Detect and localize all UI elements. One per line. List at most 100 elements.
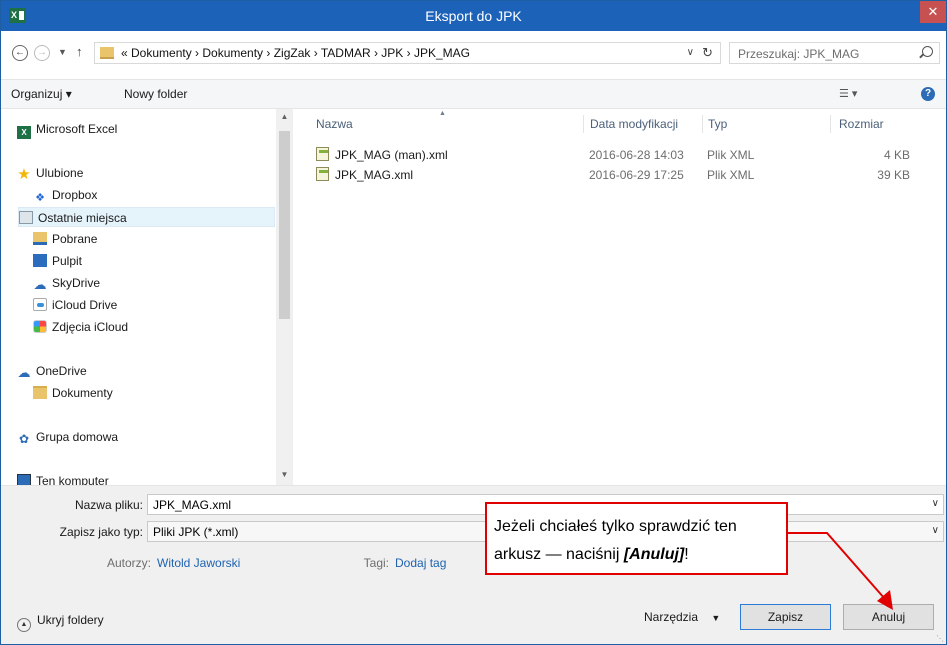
- column-divider[interactable]: [830, 115, 831, 133]
- forward-button[interactable]: →: [34, 45, 50, 61]
- onedrive-icon: ☁: [17, 365, 31, 380]
- navigation-pane: X Microsoft Excel ★ Ulubione ❖ Dropbox Osta…: [1, 109, 293, 485]
- tags-label: Tagi:: [363, 556, 389, 570]
- hide-folders-label: Ukryj foldery: [37, 613, 104, 627]
- refresh-icon[interactable]: ↻: [702, 45, 713, 61]
- view-options-icon[interactable]: ☰ ▾: [839, 87, 857, 100]
- sidebar-item-onedrive[interactable]: ☁ OneDrive: [17, 361, 275, 381]
- sort-ascending-icon: ▲: [439, 110, 446, 117]
- chevron-down-icon[interactable]: ∨: [932, 498, 939, 509]
- file-name: JPK_MAG.xml: [335, 168, 414, 182]
- sidebar-scrollbar[interactable]: ▲ ▼: [276, 109, 293, 485]
- folder-icon: [100, 47, 114, 59]
- sidebar-item-recent-places[interactable]: Ostatnie miejsca: [18, 207, 275, 227]
- close-button[interactable]: ✕: [920, 1, 946, 23]
- sidebar-item-homegroup[interactable]: ✿ Grupa domowa: [17, 427, 275, 447]
- sidebar-item-icloud-photos[interactable]: Zdjęcia iCloud: [33, 317, 275, 337]
- tools-label: Narzędzia: [644, 610, 699, 624]
- chevron-down-icon[interactable]: ∨: [932, 525, 939, 536]
- sidebar-item-dropbox[interactable]: ❖ Dropbox: [33, 185, 275, 205]
- file-type: Plik XML: [707, 168, 755, 182]
- file-date: 2016-06-28 14:03: [589, 148, 684, 162]
- sidebar-item-icloud-drive[interactable]: iCloud Drive: [33, 295, 275, 315]
- star-icon: ★: [17, 166, 31, 183]
- tools-dropdown[interactable]: Narzędzia ▼: [644, 610, 720, 624]
- homegroup-icon: ✿: [18, 432, 30, 446]
- sidebar-item-documents[interactable]: Dokumenty: [33, 383, 275, 403]
- save-options-panel: Nazwa pliku: JPK_MAG.xml ∨ Zapisz jako t…: [1, 485, 946, 644]
- window-title: Eksport do JPK: [425, 8, 522, 24]
- sidebar-item-desktop[interactable]: Pulpit: [33, 251, 275, 271]
- back-button[interactable]: ←: [12, 45, 28, 61]
- chevron-up-icon: ▲: [17, 618, 31, 632]
- authors-value[interactable]: Witold Jaworski: [157, 556, 240, 570]
- file-date: 2016-06-29 17:25: [589, 168, 684, 182]
- column-divider[interactable]: [702, 115, 703, 133]
- command-bar: Organizuj ▾ Nowy folder ☰ ▾ ?: [1, 79, 946, 109]
- column-header-type[interactable]: Typ: [708, 117, 727, 131]
- breadcrumb[interactable]: « Dokumenty › Dokumenty › ZigZak › TADMA…: [121, 46, 470, 60]
- column-header-size[interactable]: Rozmiar: [839, 117, 884, 131]
- annotation-callout: Jeżeli chciałeś tylko sprawdzić ten arku…: [485, 502, 788, 575]
- column-divider[interactable]: [583, 115, 584, 133]
- up-arrow-icon[interactable]: ↑: [76, 44, 83, 59]
- hide-folders-button[interactable]: ▲ Ukryj foldery: [17, 613, 104, 632]
- dropbox-icon: ❖: [35, 192, 45, 204]
- annotation-emphasis: [Anuluj]: [623, 546, 685, 563]
- filetype-label: Zapisz jako typ:: [59, 525, 143, 539]
- navigation-bar: ← → ▼ ↑ « Dokumenty › Dokumenty › ZigZak…: [1, 31, 946, 79]
- file-row[interactable]: JPK_MAG.xml 2016-06-29 17:25 Plik XML 39…: [312, 165, 927, 185]
- cancel-button[interactable]: Anuluj: [843, 604, 934, 630]
- organize-button[interactable]: Organizuj ▾: [11, 87, 72, 101]
- chevron-down-icon[interactable]: ∨: [687, 47, 694, 58]
- desktop-icon: [33, 254, 47, 267]
- annotation-text: arkusz — naciśnij: [494, 546, 624, 563]
- column-header-date[interactable]: Data modyfikacji: [590, 117, 678, 131]
- title-bar[interactable]: X Eksport do JPK ✕: [1, 1, 946, 31]
- resize-grip-icon[interactable]: ⋱: [936, 634, 944, 643]
- file-list: Nazwa ▲ Data modyfikacji Typ Rozmiar JPK…: [294, 109, 946, 485]
- save-button[interactable]: Zapisz: [740, 604, 831, 630]
- save-dialog: X Eksport do JPK ✕ ← → ▼ ↑ « Dokumenty ›…: [0, 0, 947, 645]
- scroll-up-icon[interactable]: ▲: [276, 112, 293, 121]
- search-icon[interactable]: [922, 46, 933, 57]
- skydrive-icon: ☁: [33, 277, 47, 292]
- sidebar-item-downloads[interactable]: Pobrane: [33, 229, 275, 249]
- filename-label: Nazwa pliku:: [74, 498, 143, 512]
- excel-icon: X: [17, 126, 31, 139]
- icloud-drive-icon: [33, 298, 47, 311]
- scroll-down-icon[interactable]: ▼: [276, 470, 293, 479]
- icloud-photos-icon: [33, 320, 47, 333]
- add-tag-link[interactable]: Dodaj tag: [395, 556, 446, 570]
- column-header-name[interactable]: Nazwa: [316, 117, 353, 131]
- recent-locations-chevron-icon[interactable]: ▼: [58, 47, 67, 57]
- xml-file-icon: [316, 147, 329, 161]
- file-row[interactable]: JPK_MAG (man).xml 2016-06-28 14:03 Plik …: [312, 145, 927, 165]
- sidebar-item-favorites[interactable]: ★ Ulubione: [17, 163, 275, 183]
- address-bar[interactable]: « Dokumenty › Dokumenty › ZigZak › TADMA…: [94, 42, 721, 64]
- scrollbar-thumb[interactable]: [279, 131, 290, 319]
- filename-value: JPK_MAG.xml: [153, 498, 232, 512]
- recent-places-icon: [19, 211, 33, 224]
- sidebar-item-microsoft-excel[interactable]: X Microsoft Excel: [17, 119, 275, 139]
- file-type: Plik XML: [707, 148, 755, 162]
- sidebar-item-this-pc[interactable]: Ten komputer: [17, 471, 275, 485]
- search-box[interactable]: Przeszukaj: JPK_MAG: [729, 42, 940, 64]
- annotation-line-1: Jeżeli chciałeś tylko sprawdzić ten: [494, 518, 737, 535]
- downloads-icon: [33, 232, 47, 245]
- filetype-value: Pliki JPK (*.xml): [153, 525, 239, 539]
- annotation-line-2: arkusz — naciśnij [Anuluj]!: [494, 541, 779, 569]
- file-name: JPK_MAG (man).xml: [335, 148, 448, 162]
- file-size: 39 KB: [877, 168, 910, 182]
- sidebar-item-skydrive[interactable]: ☁ SkyDrive: [33, 273, 275, 293]
- chevron-down-icon: ▼: [711, 613, 721, 623]
- help-icon[interactable]: ?: [921, 87, 935, 101]
- search-input[interactable]: Przeszukaj: JPK_MAG: [738, 47, 859, 61]
- authors-label: Autorzy:: [106, 556, 151, 570]
- folder-icon: [33, 386, 47, 399]
- new-folder-button[interactable]: Nowy folder: [124, 87, 187, 101]
- file-size: 4 KB: [883, 148, 910, 162]
- xml-file-icon: [316, 167, 329, 181]
- computer-icon: [17, 474, 31, 485]
- annotation-suffix: !: [684, 546, 689, 563]
